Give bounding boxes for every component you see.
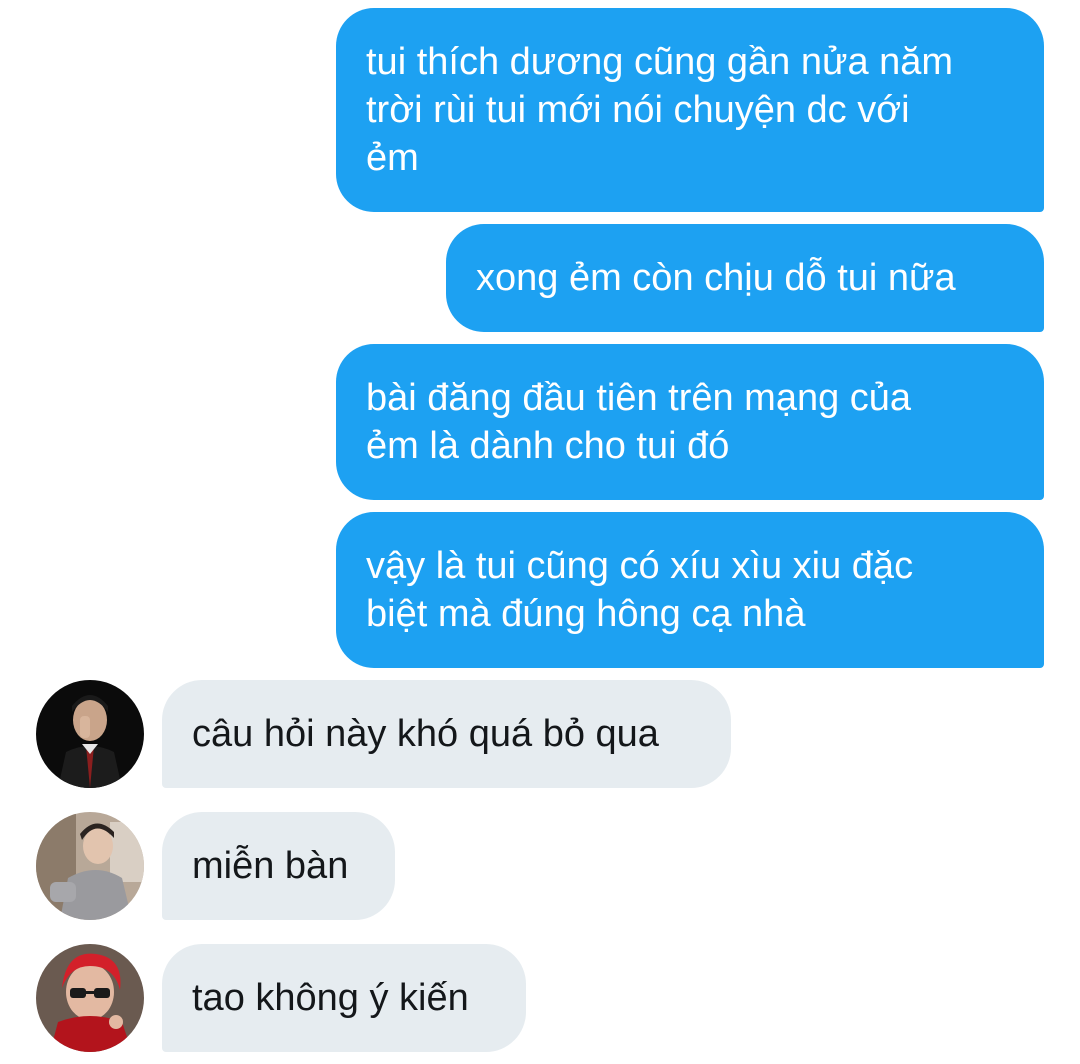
avatar-gray-cardigan[interactable] (36, 812, 144, 920)
avatar-red-hair-sunglasses-image (36, 944, 144, 1052)
avatar-dark-suit-image (36, 680, 144, 788)
incoming-message-3[interactable]: tao không ý kiến (162, 944, 526, 1052)
outgoing-message-1[interactable]: tui thích dương cũng gần nửa năm trời rù… (336, 8, 1044, 212)
outgoing-message-4[interactable]: vậy là tui cũng có xíu xìu xiu đặc biệt … (336, 512, 1044, 668)
incoming-message-2[interactable]: miễn bàn (162, 812, 395, 920)
outgoing-message-2[interactable]: xong ẻm còn chịu dỗ tui nữa (446, 224, 1044, 332)
avatar-gray-cardigan-image (36, 812, 144, 920)
outgoing-message-3[interactable]: bài đăng đầu tiên trên mạng của ẻm là dà… (336, 344, 1044, 500)
avatar-dark-suit[interactable] (36, 680, 144, 788)
incoming-message-1[interactable]: câu hỏi này khó quá bỏ qua (162, 680, 731, 788)
avatar-red-hair-sunglasses[interactable] (36, 944, 144, 1052)
